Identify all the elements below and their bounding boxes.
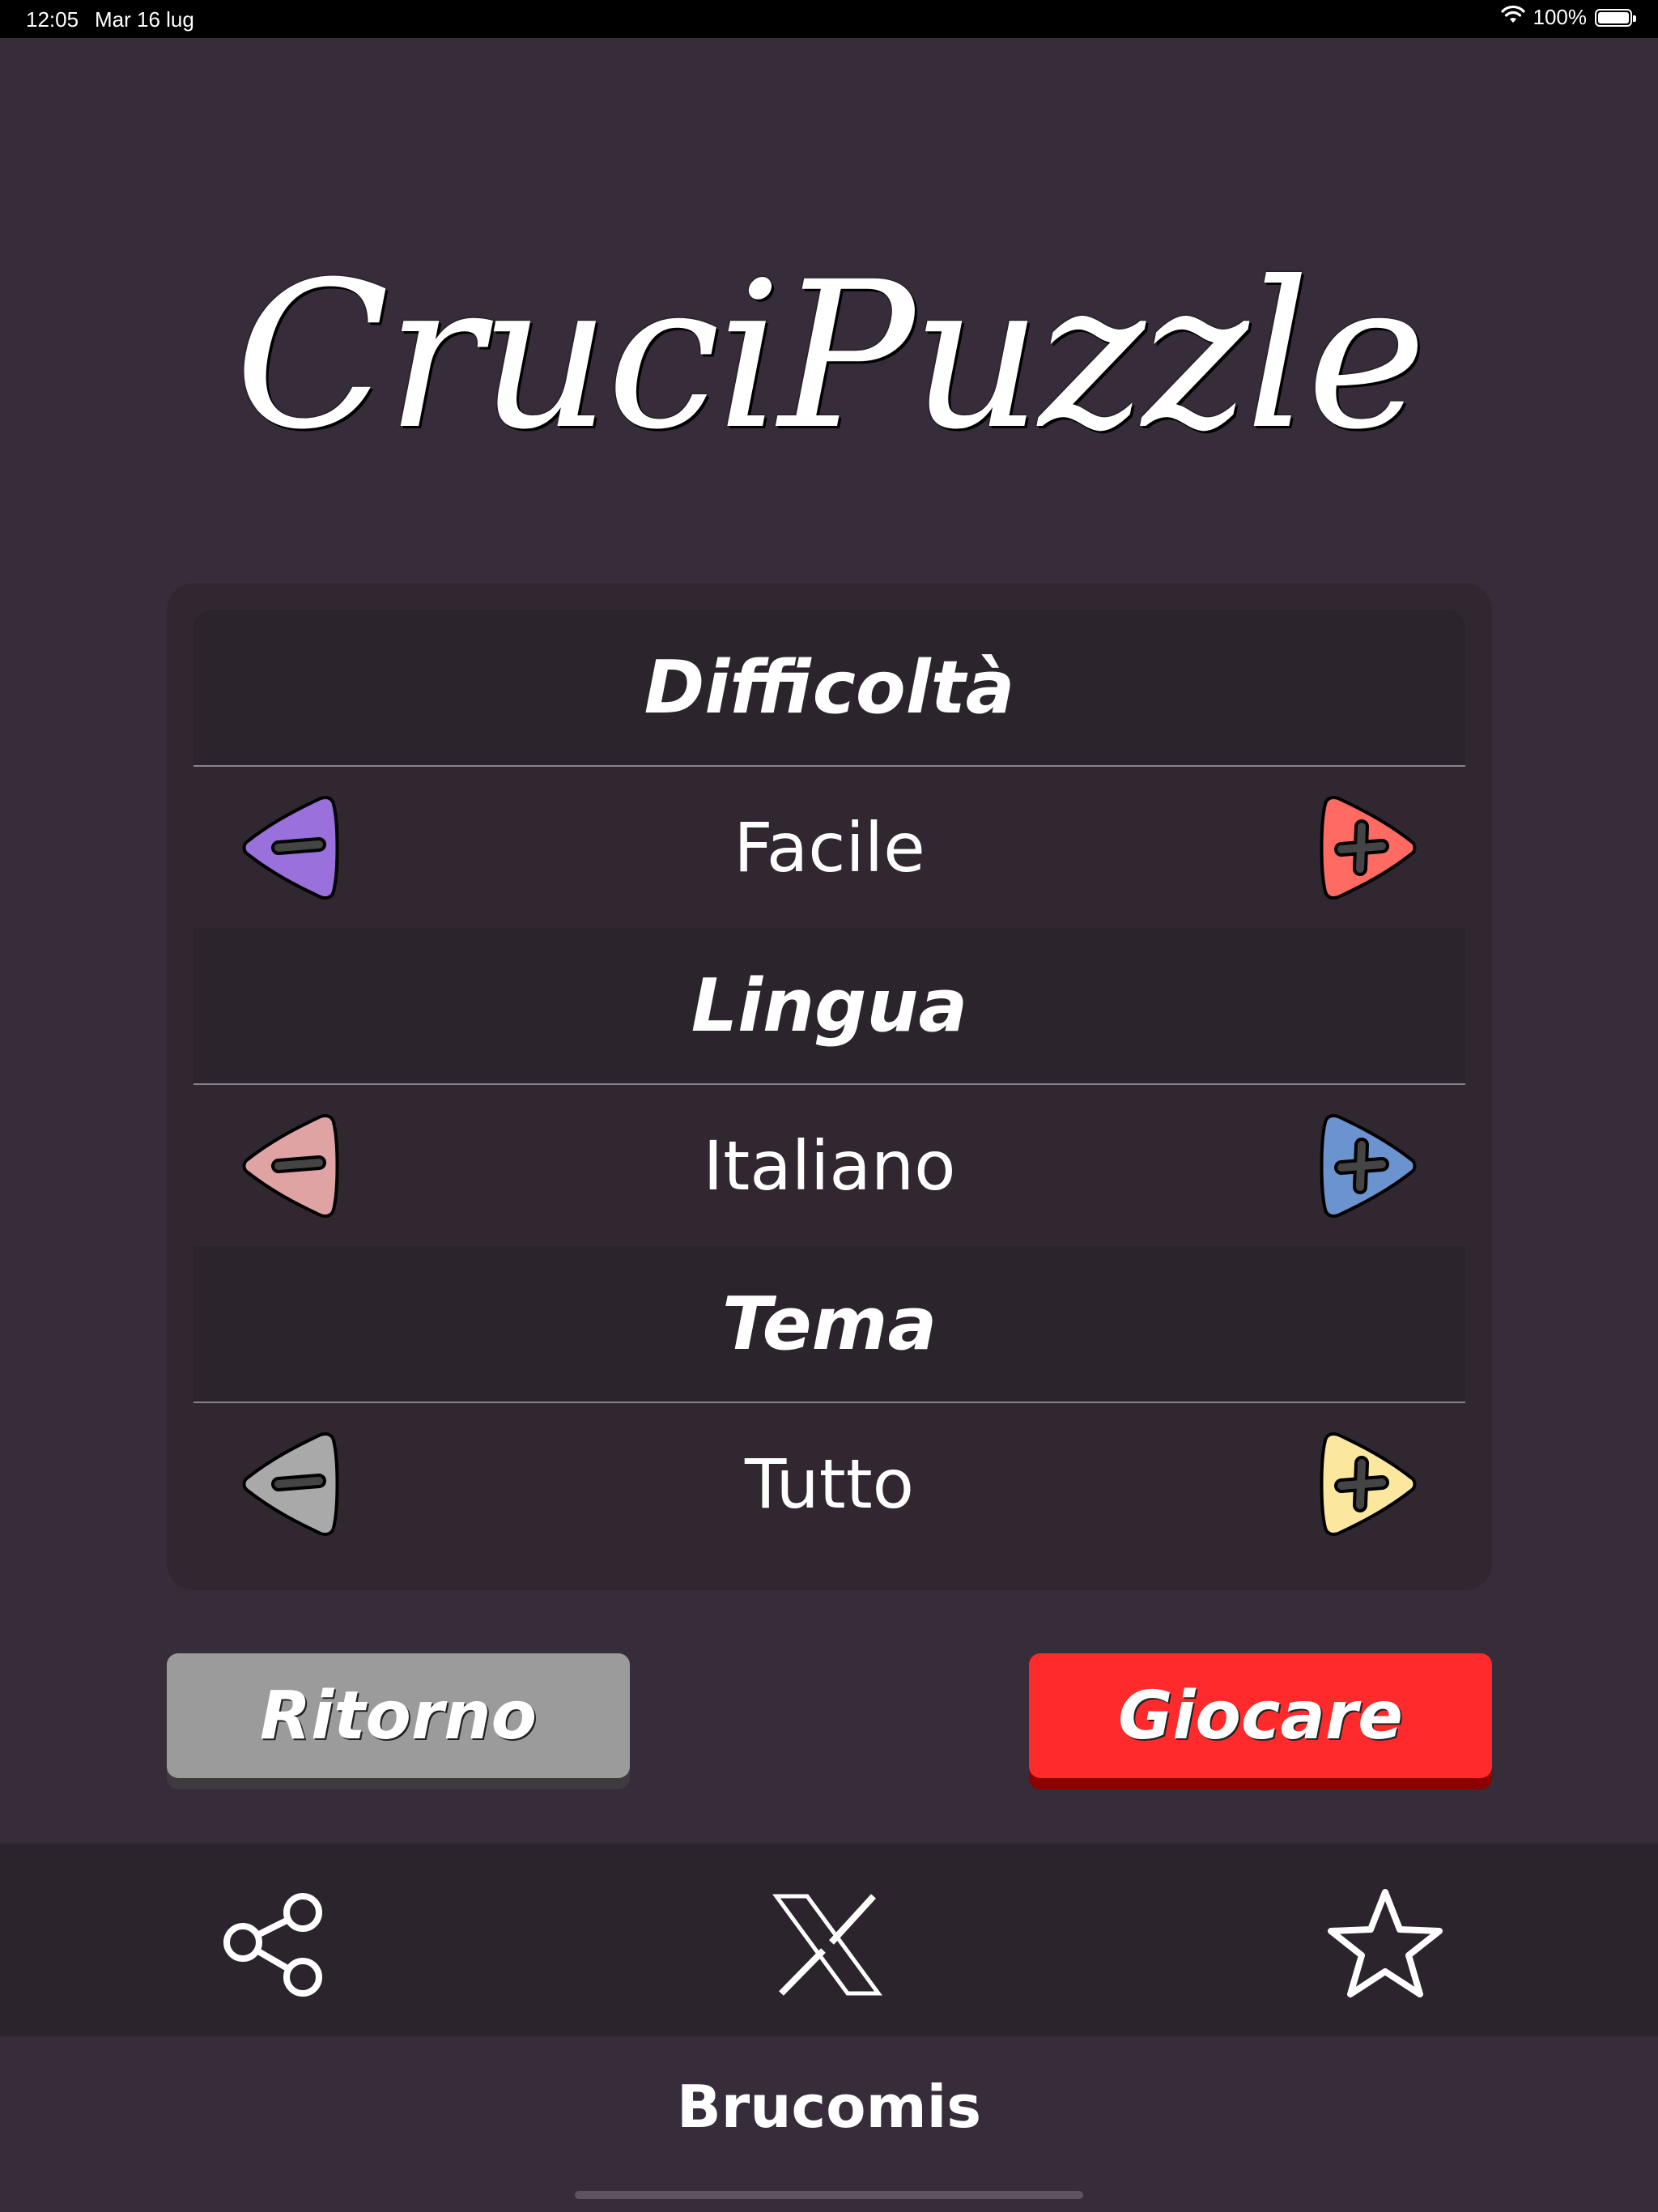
star-icon[interactable] [1324,1884,1446,2006]
difficulty-increase-button[interactable] [1316,791,1421,904]
wifi-icon [1500,5,1525,30]
plus-icon [1320,1432,1417,1536]
settings-panel: Difficoltà Facile Lingua Italiano Tema T… [167,583,1492,1590]
battery-percent: 100% [1533,5,1588,29]
app-title: CruciPuzzle [234,238,1426,474]
difficulty-row: Facile [193,767,1465,928]
theme-increase-button[interactable] [1316,1427,1421,1541]
theme-decrease-button[interactable] [238,1427,343,1541]
language-decrease-button[interactable] [238,1109,343,1223]
language-header: Lingua [193,928,1465,1085]
battery-fill [1598,11,1629,23]
language-row: Italiano [193,1085,1465,1246]
plus-icon [1320,796,1417,900]
theme-header: Tema [193,1246,1465,1403]
minus-icon [242,1432,339,1536]
home-indicator[interactable] [575,2191,1083,2199]
minus-icon [242,796,339,900]
back-button[interactable]: Ritorno [167,1653,630,1778]
screen: 12:05 Mar 16 lug 100% CruciPuzzle Diffic… [0,0,1658,2212]
battery-tip [1633,15,1636,22]
footer-icon-bar [0,1844,1658,2036]
share-icon[interactable] [212,1884,334,2006]
difficulty-decrease-button[interactable] [238,791,343,904]
language-value: Italiano [703,1125,956,1206]
brand-label: Brucomis [676,2073,982,2141]
minus-icon [242,1114,339,1218]
status-time: 12:05 [26,7,79,32]
status-bar: 12:05 Mar 16 lug 100% [0,0,1658,38]
play-button[interactable]: Giocare [1029,1653,1492,1778]
difficulty-header: Difficoltà [193,610,1465,767]
x-logo-icon[interactable] [767,1884,888,2006]
status-right: 100% [1500,5,1636,30]
language-increase-button[interactable] [1316,1109,1421,1223]
plus-icon [1320,1114,1417,1218]
difficulty-value: Facile [733,807,925,887]
status-date: Mar 16 lug [95,7,194,32]
battery-icon [1595,8,1636,27]
theme-value: Tutto [744,1444,915,1524]
theme-row: Tutto [193,1403,1465,1564]
